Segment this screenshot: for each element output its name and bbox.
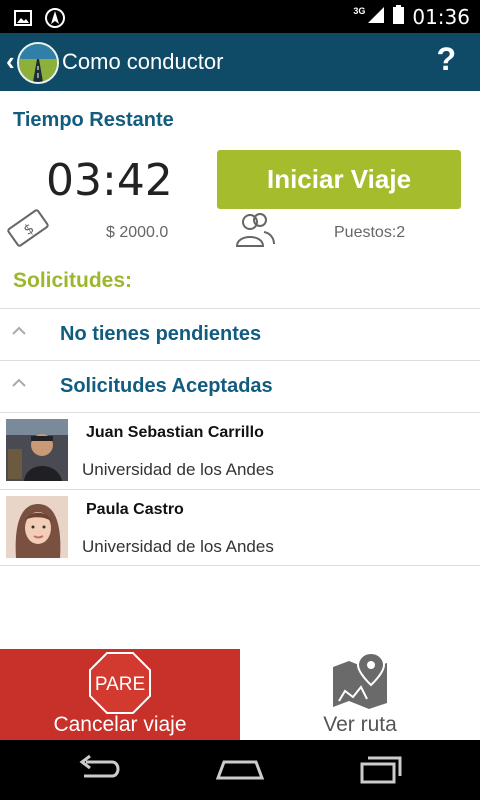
- passenger-university: Universidad de los Andes: [82, 460, 274, 479]
- bottom-actions: PARE Cancelar viaje Ver ruta: [0, 649, 480, 740]
- passenger-name: Juan Sebastian Carrillo: [86, 424, 264, 441]
- requests-heading: Solicitudes:: [13, 269, 133, 292]
- list-item[interactable]: Paula Castro Universidad de los Andes: [0, 490, 480, 566]
- people-icon: [234, 212, 276, 253]
- list-item[interactable]: Juan Sebastian Carrillo Universidad de l…: [0, 413, 480, 489]
- clock: 01:36: [412, 5, 470, 29]
- view-route-label: Ver ruta: [323, 713, 397, 736]
- trip-price: $ 2000.0: [106, 224, 169, 241]
- chevron-up-icon: [12, 371, 26, 392]
- stop-sign-text: PARE: [95, 674, 145, 695]
- money-icon: $: [6, 208, 50, 253]
- passenger-university: Universidad de los Andes: [82, 537, 274, 556]
- stop-sign-icon: PARE: [89, 652, 151, 719]
- back-arrow-icon[interactable]: ‹: [6, 46, 15, 77]
- network-type: 3G: [353, 6, 366, 16]
- available-seats: Puestos:2: [334, 224, 406, 241]
- help-button[interactable]: ?: [436, 41, 456, 78]
- cancel-trip-label: Cancelar viaje: [53, 713, 187, 736]
- pending-group-title: No tienes pendientes: [60, 323, 262, 345]
- pending-requests-group[interactable]: No tienes pendientes: [0, 309, 480, 359]
- cancel-trip-button[interactable]: PARE Cancelar viaje: [0, 649, 240, 740]
- nav-back-icon[interactable]: [76, 754, 124, 789]
- divider: [0, 565, 480, 566]
- app-logo-icon[interactable]: [17, 42, 59, 84]
- nav-home-icon[interactable]: [214, 754, 266, 789]
- signal-icon: [367, 6, 385, 29]
- navigation-icon: [44, 7, 66, 34]
- avatar: [6, 419, 68, 481]
- remaining-time-label: Tiempo Restante: [13, 109, 174, 131]
- action-bar: ‹ Como conductor ?: [0, 33, 480, 91]
- start-trip-button[interactable]: Iniciar Viaje: [217, 150, 461, 209]
- accepted-requests-group[interactable]: Solicitudes Aceptadas: [0, 361, 480, 411]
- map-pin-icon: [331, 651, 389, 714]
- view-route-button[interactable]: Ver ruta: [240, 649, 480, 740]
- nav-recents-icon[interactable]: [358, 754, 406, 789]
- passenger-name: Paula Castro: [86, 501, 184, 518]
- accepted-group-title: Solicitudes Aceptadas: [60, 375, 273, 397]
- status-bar: 3G 01:36: [0, 0, 480, 33]
- battery-icon: [393, 5, 405, 29]
- chevron-up-icon: [12, 319, 26, 340]
- screen-title: Como conductor: [62, 49, 224, 74]
- gallery-icon: [14, 10, 32, 31]
- avatar: [6, 496, 68, 558]
- system-nav-bar: [0, 740, 480, 800]
- countdown-timer: 03:42: [46, 155, 173, 206]
